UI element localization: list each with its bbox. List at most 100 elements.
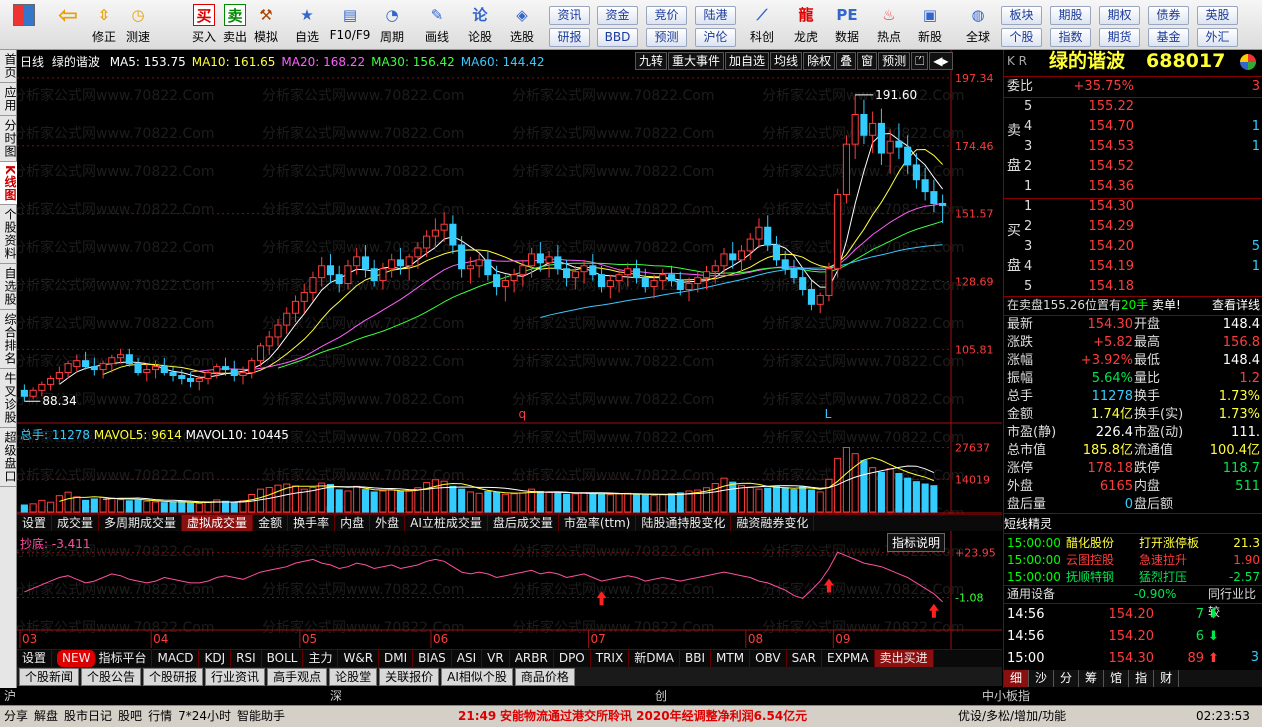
indicator-tab[interactable]: BIAS: [413, 650, 452, 667]
bid-row[interactable]: 4 154.19 1: [1004, 258, 1262, 276]
tab-watchlist[interactable]: 自选股: [0, 264, 17, 311]
industry-name[interactable]: 通用设备: [1007, 585, 1055, 603]
indicator-tab[interactable]: TRIX: [591, 650, 630, 667]
hk-connect-button[interactable]: 陆港: [695, 6, 736, 25]
status-item[interactable]: 股吧: [118, 709, 142, 723]
back-button[interactable]: ⇦: [52, 3, 84, 48]
elf-row[interactable]: 15:00:00 云图控股 急速拉升 1.90: [1004, 551, 1262, 569]
info-tab[interactable]: AI相似个股: [441, 668, 513, 686]
panel-tab[interactable]: 指: [1129, 670, 1155, 687]
index-sh[interactable]: 沪: [4, 688, 16, 705]
status-item[interactable]: 解盘: [34, 709, 58, 723]
chart-tool-button[interactable]: 预测: [878, 52, 911, 70]
sell-button[interactable]: 卖卖出: [219, 4, 251, 48]
discuss-button[interactable]: 论论股: [463, 4, 497, 48]
panel-tab[interactable]: 财: [1154, 670, 1180, 687]
futures-button[interactable]: 期货: [1099, 28, 1140, 47]
data-button[interactable]: PE 数据: [830, 4, 864, 48]
index-sz[interactable]: 深: [330, 688, 342, 705]
watchlist-button[interactable]: ★ 自选: [290, 4, 324, 48]
index-gem[interactable]: 创: [655, 688, 667, 705]
indicator-tab[interactable]: 新DMA: [629, 650, 680, 667]
chart-tool-button[interactable]: ◀▸: [929, 52, 953, 70]
index-sme[interactable]: 中小板指: [982, 688, 1030, 705]
volume-tab[interactable]: 外盘: [370, 515, 406, 531]
ask-row[interactable]: 3 154.53 1: [1004, 138, 1262, 156]
position-link[interactable]: 查看详线: [1212, 296, 1260, 314]
panel-tab[interactable]: 筹: [1079, 670, 1105, 687]
index-button[interactable]: 指数: [1050, 28, 1091, 47]
indicator-tab[interactable]: BBI: [680, 650, 712, 667]
indicator-help-button[interactable]: 指标说明: [887, 533, 946, 552]
status-item[interactable]: 分享: [4, 709, 28, 723]
panel-tab[interactable]: 分: [1054, 670, 1080, 687]
uk-stock-button[interactable]: 英股: [1197, 6, 1238, 25]
star-market-button[interactable]: ⟋ 科创: [745, 4, 779, 48]
volume-tab[interactable]: 设置: [17, 515, 53, 531]
ask-row[interactable]: 1 154.36: [1004, 178, 1262, 196]
forex-button[interactable]: 外汇: [1197, 28, 1238, 47]
auction-button[interactable]: 竞价: [646, 6, 687, 25]
bid-row[interactable]: 3 154.20 5: [1004, 238, 1262, 256]
indicator-tab[interactable]: 设置: [17, 650, 53, 667]
pick-stock-button[interactable]: ◈ 选股: [505, 4, 539, 48]
volume-tab[interactable]: 虚拟成交量: [182, 515, 254, 531]
indicator-tab[interactable]: SAR: [787, 650, 822, 667]
bbd-button[interactable]: BBD: [597, 28, 638, 47]
indicator-tab[interactable]: KDJ: [199, 650, 232, 667]
draw-button[interactable]: ✎ 画线: [420, 4, 454, 48]
pie-icon[interactable]: [1240, 54, 1256, 70]
panel-tab[interactable]: 沙: [1029, 670, 1055, 687]
volume-tab[interactable]: 盘后成交量: [488, 515, 559, 531]
info-tab[interactable]: 行业资讯: [205, 668, 266, 686]
ask-row[interactable]: 2 154.52: [1004, 158, 1262, 176]
fix-button[interactable]: ⇳ 修正: [88, 4, 120, 48]
indicator-tab[interactable]: BOLL: [262, 650, 304, 667]
volume-tab[interactable]: 融资融券变化: [731, 515, 815, 531]
forecast-button[interactable]: 预测: [646, 28, 687, 47]
chart-tool-button[interactable]: 叠: [836, 52, 857, 70]
status-item[interactable]: 股市日记: [64, 709, 112, 723]
buy-button[interactable]: 买买入: [188, 4, 220, 48]
indicator-tab[interactable]: NEW 指标平台: [52, 650, 153, 667]
panel-tab[interactable]: 馆: [1104, 670, 1130, 687]
indicator-tab[interactable]: OBV: [750, 650, 787, 667]
tab-apps[interactable]: 应用: [0, 83, 17, 116]
simulate-button[interactable]: ⚒ 模拟: [250, 4, 282, 48]
panel-tab[interactable]: 细: [1004, 670, 1030, 687]
indicator-tab[interactable]: W&R: [338, 650, 380, 667]
chart-tool-button[interactable]: 加自选: [725, 52, 770, 70]
chart-tool-button[interactable]: 除权: [803, 52, 836, 70]
indicator-tab[interactable]: ARBR: [510, 650, 554, 667]
bonds-button[interactable]: 债券: [1148, 6, 1189, 25]
indicator-tab[interactable]: DMI: [379, 650, 414, 667]
volume-tab[interactable]: 陆股通持股变化: [636, 515, 732, 531]
chart-tool-button[interactable]: 窗: [857, 52, 878, 70]
indicator-tab[interactable]: VR: [482, 650, 510, 667]
ask-row[interactable]: 4 154.70 1: [1004, 118, 1262, 136]
stock-button[interactable]: 个股: [1001, 28, 1042, 47]
status-item[interactable]: 行情: [148, 709, 172, 723]
info-tab[interactable]: 个股公告: [81, 668, 142, 686]
tab-ranking[interactable]: 综合排名: [0, 310, 17, 370]
info-tab[interactable]: 关联报价: [379, 668, 440, 686]
indicator-tab[interactable]: DPO: [554, 650, 591, 667]
indicator-tab[interactable]: ASI: [452, 650, 483, 667]
volume-tab[interactable]: 市盈率(ttm): [559, 515, 637, 531]
app-logo-button[interactable]: [8, 4, 40, 48]
futures-stock-button[interactable]: 期股: [1050, 6, 1091, 25]
dragon-tiger-button[interactable]: 龍龙虎: [789, 4, 823, 48]
volume-tab[interactable]: AI立桩成交量: [405, 515, 488, 531]
period-button[interactable]: ◔ 周期: [375, 4, 409, 48]
indicator-tab[interactable]: MTM: [711, 650, 751, 667]
chart-tool-button[interactable]: 九转: [635, 52, 668, 70]
ipo-button[interactable]: ▣ 新股: [913, 4, 947, 48]
sector-button[interactable]: 板块: [1001, 6, 1042, 25]
tab-orderbook[interactable]: 超级盘口: [0, 428, 17, 488]
volume-tab[interactable]: 金额: [253, 515, 289, 531]
indicator-tab[interactable]: 卖出买进: [874, 650, 934, 667]
funds-button[interactable]: 资金: [597, 6, 638, 25]
status-item[interactable]: 智能助手: [237, 709, 285, 723]
fund-button[interactable]: 基金: [1148, 28, 1189, 47]
indicator-tab[interactable]: 主力: [303, 650, 339, 667]
